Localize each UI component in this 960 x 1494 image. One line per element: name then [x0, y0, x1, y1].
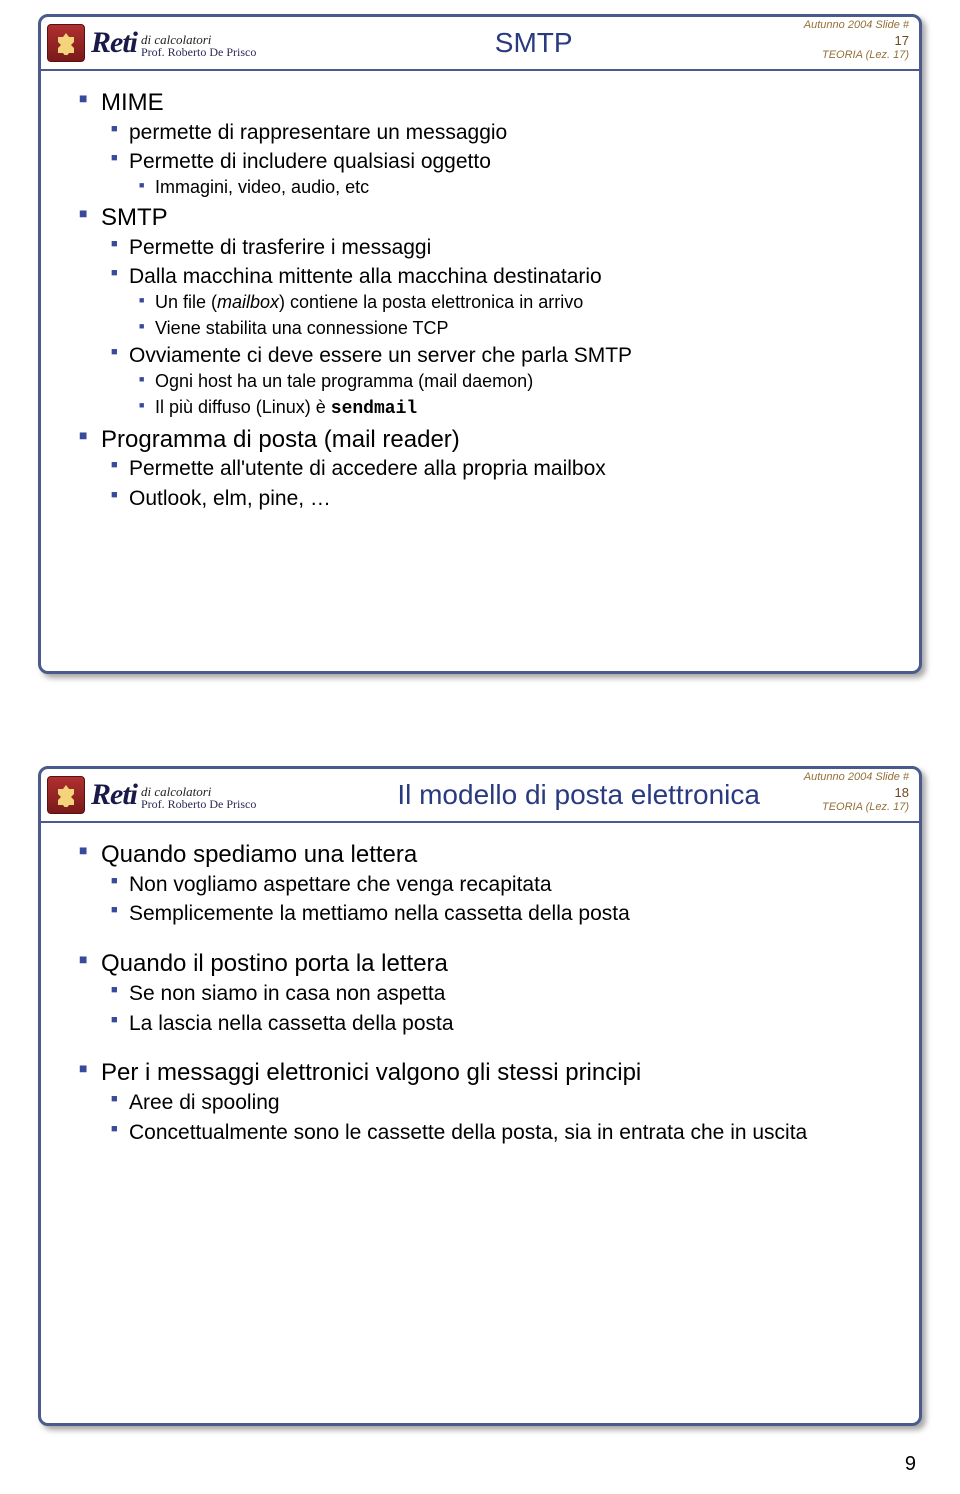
list-item: Aree di spooling [111, 1089, 881, 1117]
page-number: 9 [905, 1453, 916, 1476]
logo-subtitle: di calcolatori [141, 785, 256, 799]
logo-text: Reti [91, 779, 137, 811]
slide-meta: Autunno 2004 Slide # 17 TEORIA (Lez. 17) [804, 19, 909, 63]
meta-semester: Autunno 2004 Slide # [804, 771, 909, 785]
list-item: Programma di posta (mail reader) Permett… [79, 424, 881, 513]
list-item: Immagini, video, audio, etc [139, 176, 881, 200]
list-item: Viene stabilita una connessione TCP [139, 317, 881, 341]
logo-text: Reti [91, 27, 137, 59]
slide-2: Reti di calcolatori Prof. Roberto De Pri… [38, 766, 922, 1426]
slide-header: Reti di calcolatori Prof. Roberto De Pri… [41, 17, 919, 71]
list-item: SMTP Permette di trasferire i messaggi D… [79, 202, 881, 422]
list-item: MIME permette di rappresentare un messag… [79, 87, 881, 200]
slide-header: Reti di calcolatori Prof. Roberto De Pri… [41, 769, 919, 823]
meta-semester: Autunno 2004 Slide # [804, 19, 909, 33]
list-item: Permette all'utente di accedere alla pro… [111, 455, 881, 483]
logo-professor: Prof. Roberto De Prisco [141, 798, 256, 811]
list-item: Semplicemente la mettiamo nella cassetta… [111, 900, 881, 928]
slide-1: Reti di calcolatori Prof. Roberto De Pri… [38, 14, 922, 674]
meta-slide-number: 18 [804, 785, 909, 801]
logo-block: Reti di calcolatori Prof. Roberto De Pri… [91, 27, 256, 59]
list-item: La lascia nella cassetta della posta [111, 1010, 881, 1038]
list-item: Il più diffuso (Linux) è sendmail [139, 396, 881, 422]
logo-block: Reti di calcolatori Prof. Roberto De Pri… [91, 779, 256, 811]
list-item: Se non siamo in casa non aspetta [111, 980, 881, 1008]
list-item: Permette di includere qualsiasi oggetto … [111, 148, 881, 199]
list-item: Per i messaggi elettronici valgono gli s… [79, 1057, 881, 1146]
slide-body: Quando spediamo una lettera Non vogliamo… [41, 823, 919, 1168]
list-item: Non vogliamo aspettare che venga recapit… [111, 871, 881, 899]
university-crest-icon [47, 776, 85, 814]
slide-body: MIME permette di rappresentare un messag… [41, 71, 919, 535]
meta-slide-number: 17 [804, 33, 909, 49]
list-item: Quando il postino porta la lettera Se no… [79, 948, 881, 1037]
slide-meta: Autunno 2004 Slide # 18 TEORIA (Lez. 17) [804, 771, 909, 815]
list-item: Outlook, elm, pine, … [111, 485, 881, 513]
list-item: Permette di trasferire i messaggi [111, 234, 881, 262]
list-item: Dalla macchina mittente alla macchina de… [111, 263, 881, 340]
list-item: permette di rappresentare un messaggio [111, 119, 881, 147]
list-item: Ovviamente ci deve essere un server che … [111, 342, 881, 421]
list-item: Un file (mailbox) contiene la posta elet… [139, 291, 881, 315]
meta-lecture: TEORIA (Lez. 17) [804, 49, 909, 63]
logo-subtitle: di calcolatori [141, 33, 256, 47]
university-crest-icon [47, 24, 85, 62]
logo-professor: Prof. Roberto De Prisco [141, 46, 256, 59]
list-item: Concettualmente sono le cassette della p… [111, 1119, 881, 1147]
list-item: Quando spediamo una lettera Non vogliamo… [79, 839, 881, 928]
meta-lecture: TEORIA (Lez. 17) [804, 801, 909, 815]
list-item: Ogni host ha un tale programma (mail dae… [139, 370, 881, 394]
